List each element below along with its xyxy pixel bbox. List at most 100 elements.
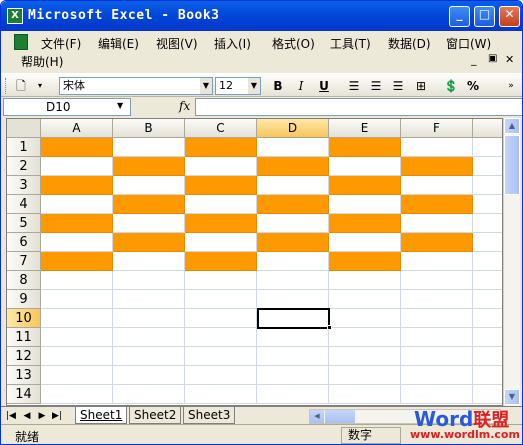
cell-b11[interactable] (113, 328, 185, 347)
cell-c4[interactable] (185, 195, 257, 214)
horizontal-scroll-thumb[interactable] (325, 410, 355, 423)
new-document-icon[interactable]: 🗋 (12, 78, 30, 94)
cell-g6[interactable] (473, 233, 502, 252)
cell-b12[interactable] (113, 347, 185, 366)
align-left-icon[interactable]: ☰ (345, 78, 363, 94)
doc-close-icon[interactable]: ✕ (505, 53, 514, 66)
cell-b14[interactable] (113, 385, 185, 404)
cell-d13[interactable] (257, 366, 329, 385)
cell-g1[interactable] (473, 138, 502, 157)
cell-g12[interactable] (473, 347, 502, 366)
cell-a12[interactable] (41, 347, 113, 366)
column-header-next[interactable] (473, 119, 502, 138)
name-box[interactable]: D10 (3, 98, 131, 116)
toolbar-more-icon[interactable]: » (505, 78, 517, 94)
last-sheet-icon[interactable]: ▶| (51, 409, 63, 423)
cell-a2[interactable] (41, 157, 113, 176)
sheet-tab-3[interactable]: Sheet3 (183, 407, 236, 424)
cell-d9[interactable] (257, 290, 329, 309)
cell-c6[interactable] (185, 233, 257, 252)
minimize-button[interactable]: _ (449, 6, 470, 27)
cell-d2[interactable] (257, 157, 329, 176)
cell-g8[interactable] (473, 271, 502, 290)
row-header-9[interactable]: 9 (7, 290, 41, 309)
merge-center-icon[interactable]: ⊞ (412, 78, 430, 94)
row-header-12[interactable]: 12 (7, 347, 41, 366)
close-button[interactable]: ✕ (499, 6, 520, 27)
menu-view[interactable]: 视图(V) (156, 35, 198, 52)
row-header-14[interactable]: 14 (7, 385, 41, 404)
column-header-a[interactable]: A (41, 119, 113, 138)
align-right-icon[interactable]: ☰ (389, 78, 407, 94)
cell-d3[interactable] (257, 176, 329, 195)
cell-f2[interactable] (401, 157, 473, 176)
cell-g11[interactable] (473, 328, 502, 347)
row-header-1[interactable]: 1 (7, 138, 41, 157)
menu-data[interactable]: 数据(D) (388, 35, 431, 52)
cell-b1[interactable] (113, 138, 185, 157)
italic-button[interactable]: I (292, 78, 310, 94)
column-header-e[interactable]: E (329, 119, 401, 138)
cell-f5[interactable] (401, 214, 473, 233)
cell-f10[interactable] (401, 309, 473, 328)
font-name-dropdown-icon[interactable]: ▼ (200, 78, 212, 94)
cell-g9[interactable] (473, 290, 502, 309)
first-sheet-icon[interactable]: |◀ (5, 409, 17, 423)
insert-function-icon[interactable]: fx (179, 99, 190, 113)
column-header-d[interactable]: D (257, 119, 329, 138)
vertical-scroll-thumb[interactable] (504, 135, 520, 195)
cell-e7[interactable] (329, 252, 401, 271)
row-header-10[interactable]: 10 (7, 309, 41, 328)
cell-a9[interactable] (41, 290, 113, 309)
cell-d7[interactable] (257, 252, 329, 271)
cell-a13[interactable] (41, 366, 113, 385)
cell-f1[interactable] (401, 138, 473, 157)
cell-g7[interactable] (473, 252, 502, 271)
cell-c2[interactable] (185, 157, 257, 176)
cell-c1[interactable] (185, 138, 257, 157)
row-header-5[interactable]: 5 (7, 214, 41, 233)
cell-f6[interactable] (401, 233, 473, 252)
cell-c14[interactable] (185, 385, 257, 404)
cell-g5[interactable] (473, 214, 502, 233)
menu-tools[interactable]: 工具(T) (330, 35, 371, 52)
align-center-icon[interactable]: ☰ (367, 78, 385, 94)
active-cell-border[interactable] (257, 308, 330, 329)
cell-f12[interactable] (401, 347, 473, 366)
row-header-13[interactable]: 13 (7, 366, 41, 385)
bold-button[interactable]: B (269, 78, 287, 94)
worksheet-grid[interactable]: ABCDEF 1 2 3 4 5 6 7 8 9 10 11 12 13 14 (6, 118, 503, 406)
toolbar-grip[interactable] (5, 78, 8, 94)
cell-f3[interactable] (401, 176, 473, 195)
cell-c8[interactable] (185, 271, 257, 290)
cell-b5[interactable] (113, 214, 185, 233)
cell-c7[interactable] (185, 252, 257, 271)
cell-f4[interactable] (401, 195, 473, 214)
cell-e13[interactable] (329, 366, 401, 385)
column-header-f[interactable]: F (401, 119, 473, 138)
toolbar-options-icon[interactable]: ▾ (34, 78, 46, 94)
cell-d11[interactable] (257, 328, 329, 347)
cell-e14[interactable] (329, 385, 401, 404)
prev-sheet-icon[interactable]: ◀ (21, 409, 33, 423)
cell-b7[interactable] (113, 252, 185, 271)
row-header-7[interactable]: 7 (7, 252, 41, 271)
cell-d14[interactable] (257, 385, 329, 404)
cell-c5[interactable] (185, 214, 257, 233)
cell-c11[interactable] (185, 328, 257, 347)
cell-f8[interactable] (401, 271, 473, 290)
cell-e11[interactable] (329, 328, 401, 347)
scroll-down-icon[interactable]: ▼ (504, 389, 520, 405)
cell-d12[interactable] (257, 347, 329, 366)
cell-e10[interactable] (329, 309, 401, 328)
menu-insert[interactable]: 插入(I) (214, 35, 251, 52)
cell-e5[interactable] (329, 214, 401, 233)
select-all-corner[interactable] (7, 119, 41, 138)
menu-help[interactable]: 帮助(H) (21, 53, 63, 70)
cell-e4[interactable] (329, 195, 401, 214)
cell-d5[interactable] (257, 214, 329, 233)
cell-f11[interactable] (401, 328, 473, 347)
cell-e8[interactable] (329, 271, 401, 290)
excel-app-icon[interactable]: X (7, 8, 23, 24)
cell-b9[interactable] (113, 290, 185, 309)
